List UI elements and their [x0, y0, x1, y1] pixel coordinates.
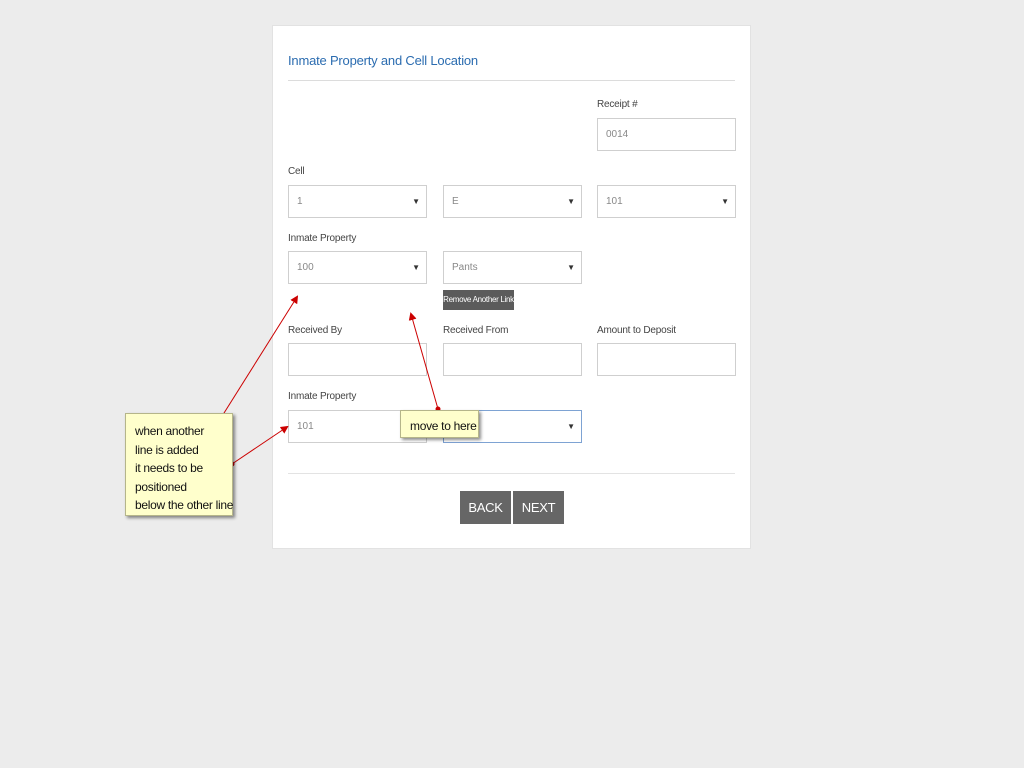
- arrow-to-new-row: [231, 425, 289, 465]
- annotation-arrows: [216, 295, 441, 467]
- annotation-note-move: move to here: [400, 410, 479, 438]
- arrow-to-property-row: [218, 295, 299, 422]
- annotation-note-new-line: when another line is added it needs to b…: [125, 413, 233, 516]
- arrow-to-remove-link: [408, 312, 439, 410]
